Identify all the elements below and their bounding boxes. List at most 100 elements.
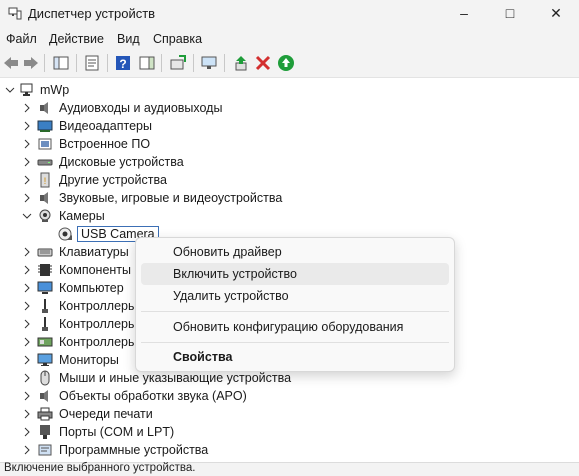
chevron-right-icon[interactable] xyxy=(22,153,32,171)
menu-update-driver[interactable]: Обновить драйвер xyxy=(141,241,449,263)
tree-row-label: Контроллеры xyxy=(59,299,137,313)
show-hide-tree-icon[interactable] xyxy=(52,54,70,72)
port-icon xyxy=(40,425,50,439)
toolbar: ? xyxy=(0,50,579,78)
tree-row-label: Компьютер xyxy=(59,281,124,295)
svg-text:?: ? xyxy=(119,57,126,71)
context-menu: Обновить драйвер Включить устройство Уда… xyxy=(135,237,455,372)
usb-controller-icon xyxy=(42,317,48,331)
chevron-right-icon[interactable] xyxy=(22,243,32,261)
chevron-down-icon[interactable] xyxy=(22,207,32,225)
speaker-icon xyxy=(40,102,48,114)
computer-root-icon xyxy=(20,83,33,96)
chevron-right-icon[interactable] xyxy=(22,261,32,279)
chevron-right-icon[interactable] xyxy=(22,423,32,441)
update-driver-icon[interactable] xyxy=(169,54,187,72)
tree-root-label: mWp xyxy=(40,83,70,97)
status-text: Включение выбранного устройства. xyxy=(4,462,196,474)
tree-row-label: Звуковые, игровые и видеоустройства xyxy=(59,191,283,205)
tree-row-label: Мониторы xyxy=(59,353,119,367)
chevron-right-icon[interactable] xyxy=(22,441,32,459)
menu-separator xyxy=(141,342,449,343)
mouse-icon xyxy=(40,370,50,386)
speaker-icon xyxy=(40,192,48,204)
scan-hardware-icon[interactable] xyxy=(200,54,218,72)
tree-row-label: Видеоадаптеры xyxy=(59,119,152,133)
back-arrow-icon[interactable] xyxy=(2,54,20,72)
disabled-camera-icon xyxy=(58,227,72,241)
software-device-icon xyxy=(38,444,52,456)
chevron-right-icon[interactable] xyxy=(22,117,32,135)
forward-arrow-icon[interactable] xyxy=(22,54,40,72)
chevron-right-icon[interactable] xyxy=(22,99,32,117)
tree-row-label: Порты (COM и LPT) xyxy=(59,425,175,439)
menu-separator xyxy=(141,311,449,312)
maximize-button[interactable]: □ xyxy=(487,0,533,28)
chevron-right-icon[interactable] xyxy=(22,297,32,315)
tree-row-label: Контроллеры xyxy=(59,317,137,331)
tree-row-label: Камеры xyxy=(59,209,105,223)
toolbar-separator xyxy=(193,54,194,72)
properties-icon[interactable] xyxy=(83,54,101,72)
disk-drive-icon xyxy=(37,159,53,166)
chevron-right-icon[interactable] xyxy=(22,189,32,207)
components-icon xyxy=(38,264,52,276)
tree-row-label: Компоненты xyxy=(59,263,132,277)
title-bar: Диспетчер устройств – □ ✕ xyxy=(0,0,579,28)
close-button[interactable]: ✕ xyxy=(533,0,579,28)
menu-uninstall-device[interactable]: Удалить устройство xyxy=(141,285,449,307)
toolbar-separator xyxy=(107,54,108,72)
menu-scan-hardware[interactable]: Обновить конфигурацию оборудования xyxy=(141,316,449,338)
enable-device-icon[interactable] xyxy=(232,54,250,72)
usb-controller-icon xyxy=(42,299,48,313)
device-manager-icon xyxy=(8,7,22,20)
tree-row-label: Очереди печати xyxy=(59,407,153,421)
firmware-icon xyxy=(38,138,52,150)
chevron-down-icon[interactable] xyxy=(5,81,15,99)
chevron-right-icon[interactable] xyxy=(22,315,32,333)
camera-icon xyxy=(39,209,51,222)
menu-bar: Файл Действие Вид Справка xyxy=(0,28,579,50)
minimize-button[interactable]: – xyxy=(441,0,487,28)
status-bar: Включение выбранного устройства. xyxy=(0,462,579,476)
help-icon[interactable]: ? xyxy=(114,54,132,72)
toolbar-separator xyxy=(224,54,225,72)
svg-text:!: ! xyxy=(44,176,47,186)
tree-row-label: Объекты обработки звука (APO) xyxy=(59,389,247,403)
tree-row-label: Контроллеры xyxy=(59,335,137,349)
chevron-right-icon[interactable] xyxy=(22,171,32,189)
chevron-right-icon[interactable] xyxy=(22,279,32,297)
chevron-right-icon[interactable] xyxy=(22,405,32,423)
tree-row-label: Клавиатуры xyxy=(59,245,129,259)
toolbar-separator xyxy=(76,54,77,72)
printer-icon xyxy=(37,407,53,421)
window-title: Диспетчер устройств xyxy=(28,6,156,21)
action-pane-icon[interactable] xyxy=(138,54,156,72)
menu-properties[interactable]: Свойства xyxy=(141,346,449,368)
tree-row-label: Программные устройства xyxy=(59,443,209,457)
menu-view[interactable]: Вид xyxy=(117,32,140,46)
menu-enable-device[interactable]: Включить устройство xyxy=(141,263,449,285)
menu-action[interactable]: Действие xyxy=(49,32,104,46)
chevron-right-icon[interactable] xyxy=(22,135,32,153)
chevron-right-icon[interactable] xyxy=(22,387,32,405)
display-adapter-icon xyxy=(37,120,53,132)
chevron-right-icon[interactable] xyxy=(22,333,32,351)
storage-controller-icon xyxy=(37,337,53,347)
tree-row-label: Другие устройства xyxy=(59,173,167,187)
download-driver-icon[interactable] xyxy=(277,54,295,72)
toolbar-separator xyxy=(161,54,162,72)
monitor-icon xyxy=(37,353,53,366)
chevron-right-icon[interactable] xyxy=(22,369,32,387)
uninstall-device-icon[interactable] xyxy=(254,54,272,72)
speaker-icon xyxy=(40,390,48,402)
computer-icon xyxy=(37,281,53,294)
chevron-right-icon[interactable] xyxy=(22,351,32,369)
keyboard-icon xyxy=(37,248,53,257)
tree-row-label: Аудиовходы и аудиовыходы xyxy=(59,101,223,115)
menu-help[interactable]: Справка xyxy=(153,32,202,46)
toolbar-separator xyxy=(44,54,45,72)
tree-row-label: Встроенное ПО xyxy=(59,137,151,151)
other-devices-icon: ! xyxy=(40,172,50,188)
menu-file[interactable]: Файл xyxy=(6,32,37,46)
